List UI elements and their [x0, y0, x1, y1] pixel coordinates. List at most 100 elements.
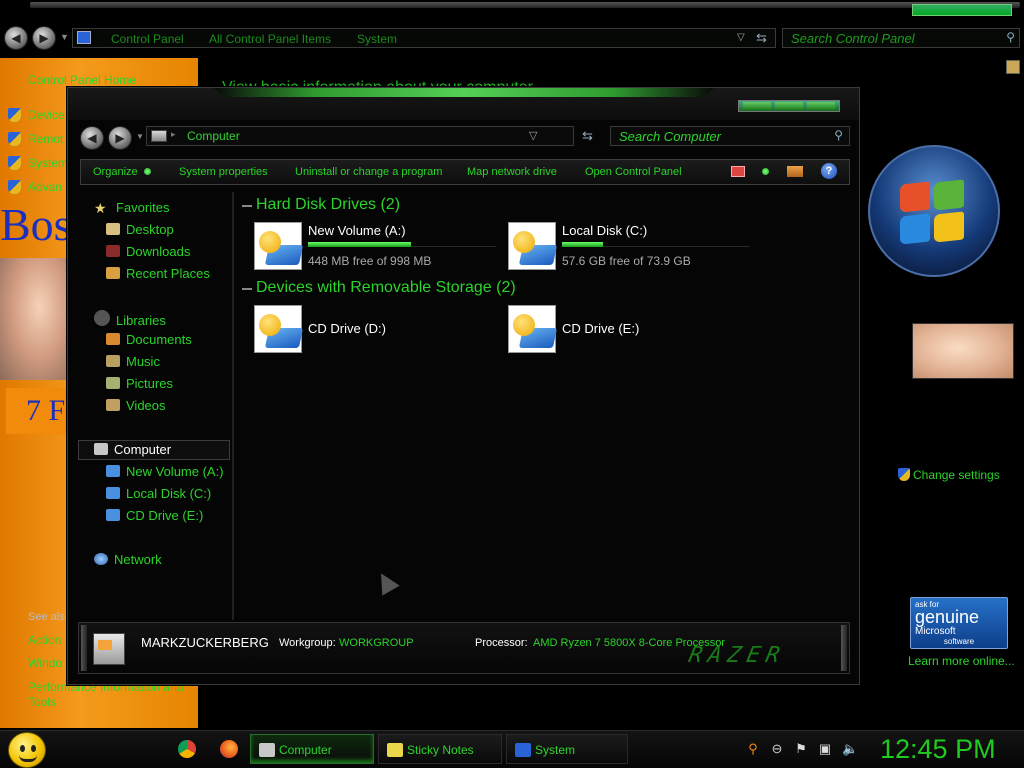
nav-downloads[interactable]: Downloads: [106, 244, 190, 259]
computer-window: ◀ ▶ ▼ ▸ Computer ▽ ⇆ Search Computer ⚲ O…: [67, 87, 860, 685]
see-also-tools[interactable]: Tools: [28, 695, 56, 709]
uninstall-program-button[interactable]: Uninstall or change a program: [295, 166, 442, 178]
computer-icon: [94, 443, 108, 455]
map-network-drive-button[interactable]: Map network drive: [467, 166, 557, 178]
sidebar-link-advanced[interactable]: Advan: [8, 180, 62, 194]
videos-icon: [106, 399, 120, 411]
history-dropdown-icon[interactable]: ▼: [60, 32, 69, 42]
windows-7-banner: 7 F: [6, 388, 66, 434]
search-placeholder: Search Control Panel: [791, 31, 915, 46]
group-hard-disk-drives[interactable]: Hard Disk Drives (2): [241, 196, 400, 214]
group-removable-storage[interactable]: Devices with Removable Storage (2): [242, 279, 516, 297]
chevron-right-icon[interactable]: ▸: [171, 129, 176, 140]
firefox-icon[interactable]: [220, 740, 238, 758]
computer-icon: [259, 743, 275, 757]
nav-cd-drive[interactable]: CD Drive (E:): [106, 508, 203, 523]
nav-documents[interactable]: Documents: [106, 332, 192, 347]
sidebar-link-system[interactable]: System: [8, 156, 68, 170]
pane-splitter[interactable]: [232, 192, 234, 620]
back-button[interactable]: ◀: [4, 26, 28, 50]
learn-more-online-link[interactable]: Learn more online...: [908, 654, 1015, 668]
search-control-panel-input[interactable]: Search Control Panel ⚲: [782, 28, 1020, 48]
window-control-buttons[interactable]: [912, 4, 1012, 16]
drive-tile-d[interactable]: CD Drive (D:): [254, 305, 504, 357]
hard-drive-icon: [254, 222, 304, 270]
nav-music[interactable]: Music: [106, 354, 160, 369]
change-settings-link[interactable]: Change settings: [898, 468, 1000, 482]
forward-button[interactable]: ▶: [32, 26, 56, 50]
nav-desktop[interactable]: Desktop: [106, 222, 174, 237]
drive-tile-a[interactable]: New Volume (A:) 448 MB free of 998 MB: [254, 222, 504, 274]
start-button[interactable]: [8, 732, 46, 768]
nav-network[interactable]: Network: [94, 552, 162, 567]
drive-tile-c[interactable]: Local Disk (C:) 57.6 GB free of 73.9 GB: [508, 222, 758, 274]
organize-menu[interactable]: Organize: [93, 166, 151, 178]
network-tray-icon[interactable]: ▣: [818, 742, 832, 756]
nav-recent-places[interactable]: Recent Places: [106, 266, 210, 281]
open-control-panel-button[interactable]: Open Control Panel: [585, 166, 682, 178]
nav-computer[interactable]: Computer: [94, 442, 171, 457]
history-dropdown-icon[interactable]: ▼: [136, 132, 144, 141]
sidebar-link-remote[interactable]: Remot: [8, 132, 63, 146]
window-control-buttons: [738, 100, 840, 112]
sidebar-link-device[interactable]: Device: [8, 108, 65, 122]
chrome-icon[interactable]: [178, 740, 196, 758]
razer-logo: RAZER: [686, 643, 788, 668]
nav-new-volume[interactable]: New Volume (A:): [106, 464, 224, 479]
window-title-bar: [30, 2, 1020, 8]
task-sticky-notes[interactable]: Sticky Notes: [378, 734, 502, 764]
user-photo: [0, 258, 66, 380]
system-properties-button[interactable]: System properties: [179, 166, 268, 178]
volume-icon[interactable]: 🔈: [842, 742, 858, 756]
address-bar[interactable]: ▸ Computer ▽: [146, 126, 574, 146]
address-dropdown-icon[interactable]: ▽: [529, 129, 537, 142]
see-also-windows-update[interactable]: Windo: [28, 656, 62, 670]
control-panel-icon: [77, 31, 91, 44]
search-icon[interactable]: ⚲: [746, 742, 760, 756]
refresh-icon[interactable]: ⇆: [582, 128, 593, 144]
status-icon[interactable]: ⊖: [770, 742, 784, 756]
nav-libraries[interactable]: Libraries: [94, 310, 166, 328]
task-system[interactable]: System: [506, 734, 628, 764]
shield-icon: [8, 132, 21, 146]
drive-free-space: 57.6 GB free of 73.9 GB: [562, 254, 691, 268]
music-icon: [106, 355, 120, 367]
search-icon[interactable]: ⚲: [834, 128, 843, 142]
drive-usage-fill: [562, 242, 604, 247]
side-toolbar-icon[interactable]: [1006, 60, 1020, 74]
taskbar-clock[interactable]: 12:45 PM: [880, 734, 996, 765]
control-panel-home-link[interactable]: Control Panel Home: [28, 73, 136, 87]
breadcrumb-system[interactable]: System: [357, 32, 397, 46]
preview-pane-icon[interactable]: [787, 166, 803, 177]
back-button[interactable]: ◀: [80, 126, 104, 150]
address-dropdown-icon[interactable]: ▽: [737, 32, 745, 43]
breadcrumb-control-panel[interactable]: Control Panel: [111, 32, 184, 46]
breadcrumb-all-items[interactable]: All Control Panel Items: [209, 32, 331, 46]
refresh-icon[interactable]: ⇆: [756, 30, 767, 46]
forward-button[interactable]: ▶: [108, 126, 132, 150]
nav-local-disk[interactable]: Local Disk (C:): [106, 486, 211, 501]
close-button[interactable]: [807, 102, 835, 110]
search-computer-input[interactable]: Search Computer ⚲: [610, 126, 850, 146]
drive-name: New Volume (A:): [308, 223, 406, 238]
action-center-flag-icon[interactable]: ⚑: [794, 742, 808, 756]
genuine-microsoft-badge[interactable]: ask for genuine Microsoft software: [910, 597, 1008, 649]
view-options-icon[interactable]: [731, 166, 745, 177]
minimize-button[interactable]: [743, 102, 771, 110]
drive-tile-e[interactable]: CD Drive (E:): [508, 305, 758, 357]
see-also-action-center[interactable]: Action: [28, 633, 61, 647]
view-dropdown-icon[interactable]: [762, 168, 769, 175]
dropdown-dot-icon: [143, 168, 151, 175]
downloads-icon: [106, 245, 120, 257]
search-icon[interactable]: ⚲: [1006, 30, 1015, 44]
nav-pictures[interactable]: Pictures: [106, 376, 173, 391]
details-left-cap: [81, 625, 87, 671]
drive-icon: [106, 487, 120, 499]
help-button[interactable]: ?: [821, 163, 837, 179]
task-computer[interactable]: Computer: [250, 734, 374, 764]
nav-videos[interactable]: Videos: [106, 398, 166, 413]
maximize-button[interactable]: [775, 102, 803, 110]
nav-favorites[interactable]: ★ Favorites: [94, 200, 169, 216]
recent-places-icon: [106, 267, 120, 279]
address-bar[interactable]: Control Panel All Control Panel Items Sy…: [72, 28, 776, 48]
